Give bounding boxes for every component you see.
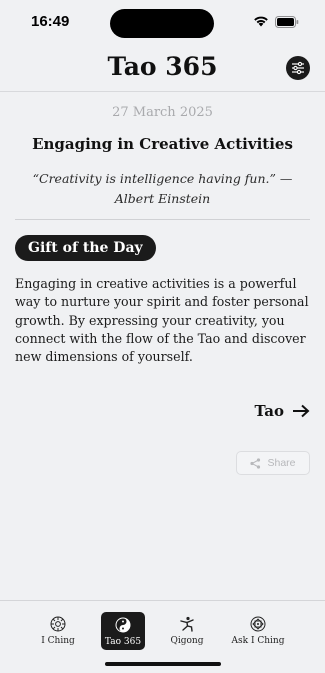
entry-topic: Engaging in Creative Activities	[32, 135, 293, 153]
arrow-right-icon	[293, 404, 310, 418]
app-title: Tao 365	[107, 52, 218, 81]
share-icon	[250, 457, 261, 469]
sliders-icon	[292, 61, 304, 75]
tab-i-ching[interactable]: I Ching	[36, 611, 80, 651]
tab-label-qigong: Qigong	[170, 636, 204, 646]
tab-label-ask-i-ching: Ask I Ching	[231, 636, 285, 646]
entry-body: Engaging in creative activities is a pow…	[15, 276, 309, 365]
share-button[interactable]: Share	[236, 451, 310, 475]
tao-link-label: Tao	[254, 402, 284, 420]
ask-iching-icon	[250, 616, 266, 632]
status-bar: 16:49	[0, 0, 325, 46]
tao-link[interactable]: Tao	[255, 402, 310, 420]
app-header: Tao 365	[0, 46, 325, 92]
divider	[15, 219, 310, 220]
wifi-icon	[254, 16, 268, 27]
tab-ask-i-ching[interactable]: Ask I Ching	[232, 611, 284, 651]
entry-quote: “Creativity is intelligence having fun.”…	[32, 171, 293, 206]
dynamic-island	[110, 9, 214, 38]
tab-qigong[interactable]: Qigong	[165, 611, 209, 651]
iching-icon	[50, 616, 66, 632]
home-indicator	[105, 662, 221, 666]
yin-yang-icon	[115, 617, 131, 633]
share-label: Share	[267, 457, 296, 469]
tab-label-i-ching: I Ching	[41, 636, 75, 646]
entry-date: 27 March 2025	[112, 105, 213, 120]
tab-tao-365[interactable]: Tao 365	[101, 612, 145, 650]
gift-of-the-day-badge: Gift of the Day	[15, 235, 156, 261]
tao365-screen: 16:49 Tao 365 27 March 2025 Engaging in …	[0, 0, 325, 673]
settings-button[interactable]	[286, 56, 310, 80]
status-time: 16:49	[31, 13, 70, 30]
qigong-figure-icon	[180, 616, 194, 632]
tab-label-tao-365: Tao 365	[104, 637, 142, 647]
battery-icon	[275, 16, 299, 28]
